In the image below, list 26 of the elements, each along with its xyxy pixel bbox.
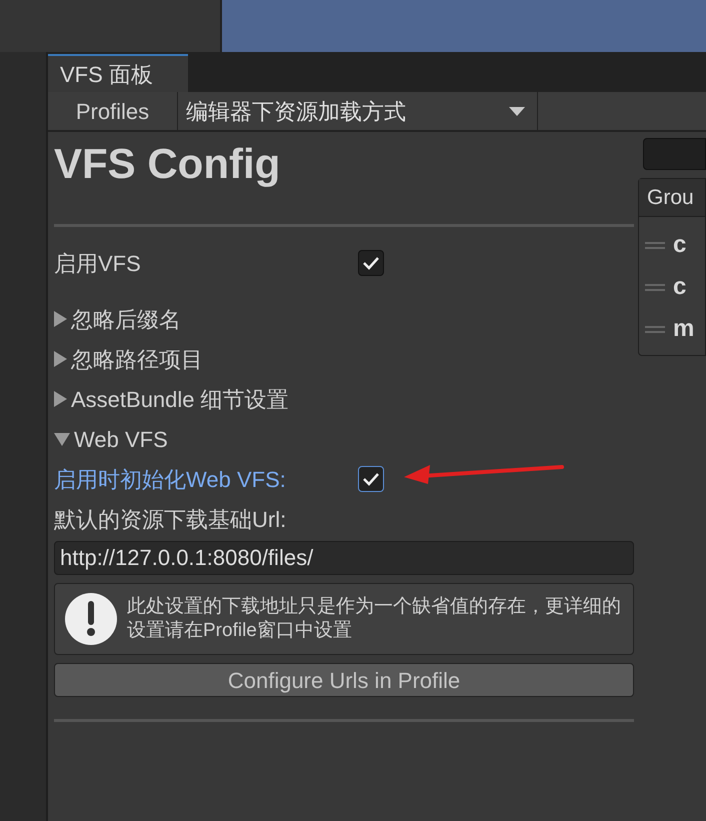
small-button[interactable] — [643, 138, 706, 170]
checkbox[interactable] — [358, 250, 384, 276]
list-item[interactable]: m — [673, 311, 694, 347]
caret-icon — [509, 106, 525, 116]
foldout-header[interactable]: 忽略路径项目 — [54, 339, 634, 379]
list-item[interactable]: c — [673, 269, 686, 305]
check-icon — [362, 256, 380, 270]
drag-handle-icon[interactable] — [645, 284, 665, 290]
list-item[interactable]: c — [673, 227, 686, 263]
help-message: 此处设置的下载地址只是作为一个缺省值的存在，更详细的设置请在Profile窗口中设置 — [127, 595, 622, 643]
column-header: Grou — [639, 179, 705, 217]
drag-handle-icon[interactable] — [645, 326, 665, 332]
config-title: VFS Config — [54, 139, 282, 189]
toggle-label: 启用VFS — [54, 250, 142, 278]
checkbox[interactable] — [358, 466, 384, 492]
foldout-header[interactable]: 忽略后缀名 — [54, 299, 634, 339]
toggle-label: 启用时初始化Web VFS: — [54, 466, 287, 494]
url-field[interactable]: http://127.0.0.1:8080/files/ — [54, 541, 634, 575]
drag-handle-icon[interactable] — [645, 242, 665, 248]
foldout-header[interactable]: AssetBundle 细节设置 — [54, 379, 634, 419]
field-label: 默认的资源下载基础Url: — [54, 506, 288, 534]
warning-icon — [65, 593, 117, 645]
check-icon — [362, 472, 380, 486]
panel-tab[interactable]: VFS 面板 — [48, 54, 188, 92]
configure-button[interactable]: Configure Urls in Profile — [54, 663, 634, 697]
foldout-header[interactable]: Web VFS — [54, 419, 634, 459]
